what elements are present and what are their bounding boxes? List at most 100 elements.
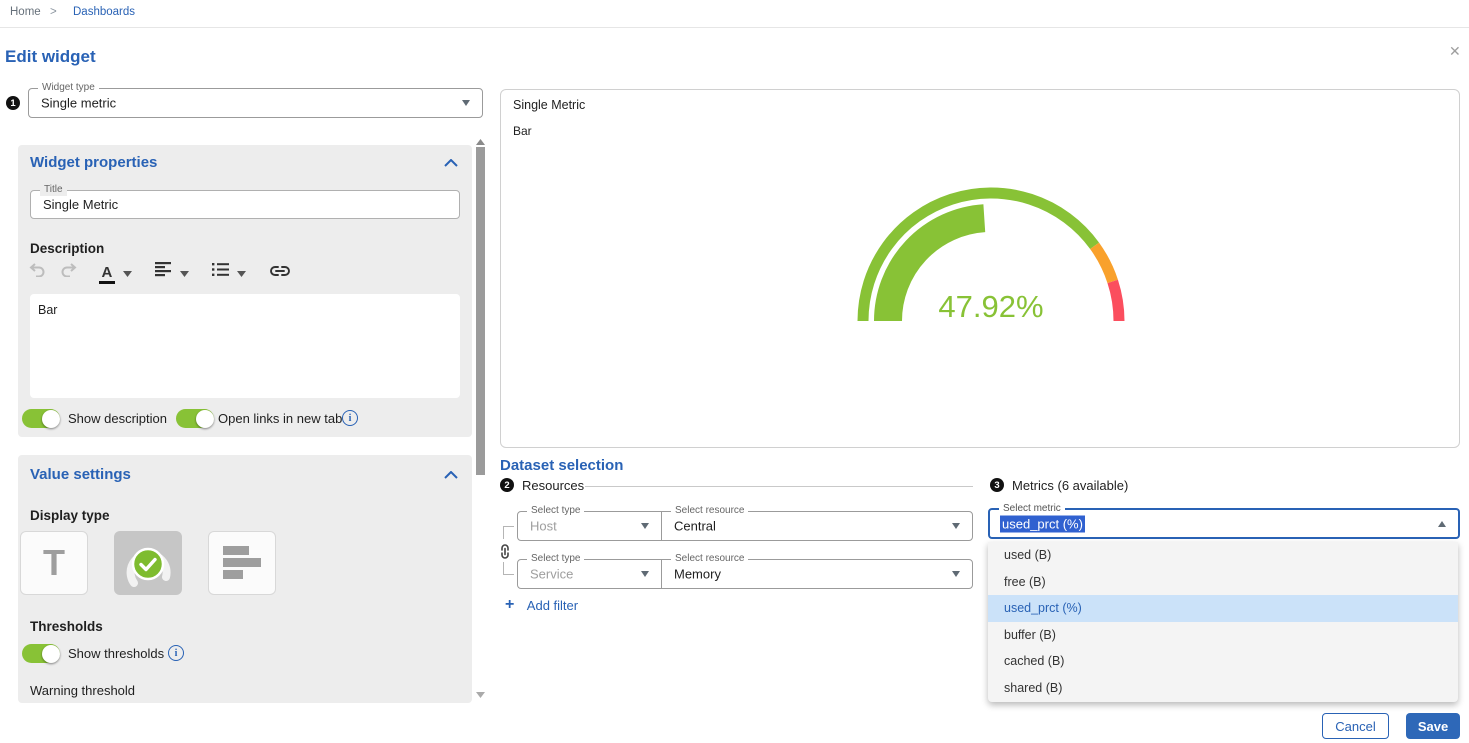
chevron-up-icon <box>1438 521 1446 527</box>
page-title: Edit widget <box>5 47 96 67</box>
save-button[interactable]: Save <box>1406 713 1460 739</box>
metric-option-selected[interactable]: used_prct (%) <box>988 595 1458 622</box>
metric-option[interactable]: used (B) <box>988 542 1458 569</box>
resource-link-connector <box>503 526 515 575</box>
metric-option[interactable]: cached (B) <box>988 648 1458 675</box>
resource-select-1[interactable]: Select resource Central <box>661 511 973 541</box>
show-thresholds-label: Show thresholds <box>68 646 164 661</box>
show-description-toggle[interactable] <box>22 409 60 428</box>
resource-select-2[interactable]: Select resource Memory <box>661 559 973 589</box>
show-thresholds-toggle[interactable] <box>22 644 60 663</box>
display-type-label: Display type <box>30 508 110 523</box>
dataset-selection-heading: Dataset selection <box>500 457 623 474</box>
step-3-badge: 3 <box>990 478 1004 492</box>
widget-properties-panel: Widget properties Title Description A <box>18 145 472 437</box>
select-type-label: Select type <box>527 505 584 517</box>
cancel-button[interactable]: Cancel <box>1322 713 1389 739</box>
title-field-label: Title <box>40 184 67 196</box>
chevron-down-icon <box>952 523 960 529</box>
step-2-badge: 2 <box>500 478 514 492</box>
gauge-display-icon <box>120 537 176 589</box>
display-type-bar-tile[interactable] <box>208 531 276 595</box>
gauge-chart: 47.92% <box>501 90 1459 447</box>
select-metric-value: used_prct (%) <box>1000 516 1085 531</box>
select-resource-label: Select resource <box>671 553 748 565</box>
show-description-label: Show description <box>68 411 167 426</box>
list-icon[interactable] <box>212 262 229 277</box>
title-input[interactable] <box>31 191 459 218</box>
value-settings-heading: Value settings <box>30 466 131 483</box>
text-display-icon: T <box>43 545 65 581</box>
scrollbar-down-icon[interactable] <box>476 692 485 698</box>
description-text: Bar <box>38 303 57 317</box>
close-icon[interactable]: ✕ <box>1449 43 1461 60</box>
resource-type-select-1[interactable]: Select type Host <box>517 511 662 541</box>
metrics-label: Metrics (6 available) <box>1012 478 1128 493</box>
resources-divider <box>585 486 973 487</box>
link-icon[interactable] <box>269 265 291 277</box>
description-editor[interactable]: Bar <box>30 294 460 398</box>
text-color-icon[interactable]: A <box>99 266 115 284</box>
open-links-toggle[interactable] <box>176 409 214 428</box>
open-links-info-icon[interactable]: i <box>342 410 358 426</box>
metric-select[interactable]: Select metric used_prct (%) <box>988 508 1460 539</box>
vertical-link-icon <box>499 543 511 560</box>
gauge-value-label: 47.92% <box>938 289 1043 324</box>
breadcrumb: Home > Dashboards <box>0 0 1469 28</box>
select-type-value: Host <box>530 519 557 534</box>
step-1-badge: 1 <box>6 96 20 110</box>
collapse-chevron-icon[interactable] <box>444 471 458 479</box>
description-toolbar: A <box>28 261 291 285</box>
resource-type-select-2[interactable]: Select type Service <box>517 559 662 589</box>
scrollbar-up-icon[interactable] <box>476 139 485 145</box>
widget-properties-heading: Widget properties <box>30 154 157 171</box>
undo-icon[interactable] <box>28 261 46 277</box>
select-type-label: Select type <box>527 553 584 565</box>
select-resource-value: Memory <box>674 567 721 582</box>
align-caret-icon[interactable] <box>180 271 189 277</box>
display-type-text-tile[interactable]: T <box>20 531 88 595</box>
breadcrumb-dashboards-link[interactable]: Dashboards <box>73 6 135 18</box>
widget-preview-card: Single Metric Bar 47.92% <box>500 89 1460 448</box>
widget-type-select[interactable]: Widget type Single metric <box>28 88 483 118</box>
select-type-value: Service <box>530 567 573 582</box>
plus-icon: + <box>505 596 514 613</box>
left-panel-scrollbar[interactable] <box>476 139 485 706</box>
toggle-knob <box>42 645 60 663</box>
widget-type-label: Widget type <box>38 82 99 94</box>
edit-widget-modal: Home > Dashboards ✕ Edit widget 1 Widget… <box>0 0 1469 743</box>
breadcrumb-separator-icon: > <box>50 6 57 18</box>
select-resource-label: Select resource <box>671 505 748 517</box>
chevron-down-icon <box>641 571 649 577</box>
breadcrumb-home-link[interactable]: Home <box>10 6 41 18</box>
value-settings-panel: Value settings Display type T Thresholds… <box>18 455 472 703</box>
toggle-knob <box>42 410 60 428</box>
text-color-caret-icon[interactable] <box>123 271 132 277</box>
selected-text-highlight: used_prct (%) <box>1000 515 1085 532</box>
description-label: Description <box>30 241 104 256</box>
title-field[interactable]: Title <box>30 190 460 219</box>
add-filter-label: Add filter <box>527 598 578 613</box>
bar-display-icon <box>219 543 265 583</box>
redo-icon[interactable] <box>60 261 78 277</box>
metric-option[interactable]: shared (B) <box>988 675 1458 702</box>
toggle-knob <box>196 410 214 428</box>
chevron-down-icon <box>952 571 960 577</box>
select-resource-value: Central <box>674 519 716 534</box>
align-icon[interactable] <box>155 262 172 277</box>
list-caret-icon[interactable] <box>237 271 246 277</box>
metric-option[interactable]: free (B) <box>988 569 1458 596</box>
widget-type-value: Single metric <box>41 96 116 111</box>
select-metric-label: Select metric <box>999 503 1065 515</box>
thresholds-label: Thresholds <box>30 619 103 634</box>
show-thresholds-info-icon[interactable]: i <box>168 645 184 661</box>
add-filter-button[interactable]: + Add filter <box>505 596 578 614</box>
warning-threshold-label: Warning threshold <box>30 683 135 698</box>
resources-label: Resources <box>522 478 584 493</box>
scrollbar-thumb[interactable] <box>476 147 485 475</box>
display-type-gauge-tile[interactable] <box>114 531 182 595</box>
metric-option[interactable]: buffer (B) <box>988 622 1458 649</box>
chevron-down-icon <box>462 100 470 106</box>
open-links-label: Open links in new tab <box>218 411 342 426</box>
collapse-chevron-icon[interactable] <box>444 159 458 167</box>
